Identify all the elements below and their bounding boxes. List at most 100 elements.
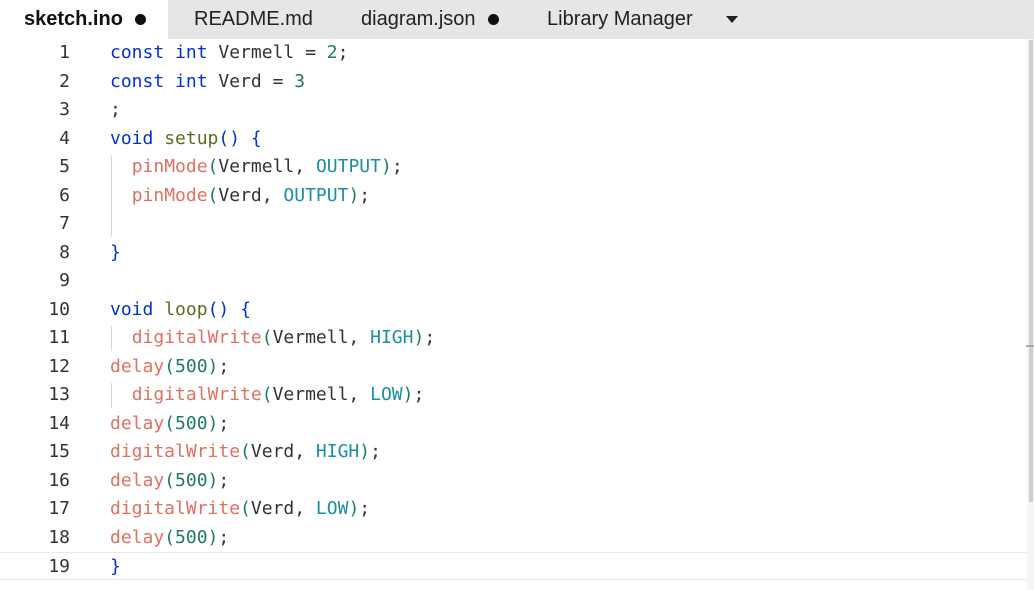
tab-label: sketch.ino: [24, 8, 123, 30]
code-token: ;: [110, 99, 121, 120]
tab-label: diagram.json: [361, 8, 476, 30]
indent-guide: [111, 383, 112, 408]
code-token: int: [175, 42, 208, 63]
line-number: 4: [59, 127, 70, 149]
code-line[interactable]: 4 void setup() {: [0, 125, 1027, 153]
code-token: 500: [175, 355, 208, 377]
code-line[interactable]: 14 delay(500);: [0, 410, 1027, 438]
code-line[interactable]: 8}: [0, 239, 1027, 267]
code-line[interactable]: 5 pinMode(Vermell, OUTPUT);: [0, 153, 1027, 181]
tab-library-manager[interactable]: Library Manager: [547, 0, 693, 39]
code-line[interactable]: 6 pinMode(Verd, OUTPUT);: [0, 182, 1027, 210]
line-number: 12: [48, 355, 70, 377]
code-token: ): [359, 441, 371, 462]
code-token: 2: [326, 42, 338, 63]
code-line[interactable]: 1 const int Vermell = 2;: [0, 39, 1027, 67]
code-line[interactable]: 11 digitalWrite(Vermell, HIGH);: [0, 324, 1027, 352]
code-text: void loop() {: [110, 296, 251, 324]
tab-menu-button[interactable]: [720, 0, 744, 39]
code-text: digitalWrite(Verd, HIGH);: [110, 438, 381, 466]
code-token: const: [110, 70, 165, 92]
chevron-down-icon: [726, 16, 738, 23]
code-token: 500: [175, 412, 208, 434]
indent-guide: [111, 326, 112, 351]
code-token: HIGH: [370, 327, 414, 348]
code-token: Verd,: [218, 184, 284, 206]
scrollbar-marker: [1026, 345, 1034, 347]
code-line[interactable]: 9: [0, 267, 1027, 295]
line-number: 7: [59, 213, 70, 234]
code-line[interactable]: 7: [0, 210, 1027, 238]
code-token: (): [207, 298, 230, 320]
code-token: pinMode: [131, 184, 208, 206]
code-token: loop: [164, 298, 208, 320]
code-token: (: [240, 498, 251, 519]
code-token: ): [207, 526, 219, 548]
code-token: ): [413, 327, 425, 348]
code-text: delay(500);: [110, 524, 229, 552]
line-number: 15: [48, 441, 70, 462]
code-text: delay(500);: [110, 353, 229, 381]
code-token: Verd,: [250, 498, 316, 519]
code-token: ;: [218, 412, 230, 434]
tab-bar: sketch.ino README.md diagram.json Librar…: [0, 0, 1034, 39]
code-token: (): [218, 127, 241, 149]
tab-readme-md[interactable]: README.md: [194, 0, 313, 39]
code-token: pinMode: [131, 156, 208, 177]
code-token: (: [164, 355, 176, 377]
code-token: (: [164, 526, 176, 548]
tab-label: Library Manager: [547, 8, 693, 30]
code-line[interactable]: 3;: [0, 96, 1027, 124]
code-text: delay(500);: [110, 410, 229, 438]
code-token: digitalWrite: [110, 498, 241, 519]
code-token: setup: [164, 127, 219, 149]
code-token: (: [207, 156, 219, 177]
code-token: delay: [110, 412, 165, 434]
code-line[interactable]: 19}: [0, 552, 1027, 580]
code-token: ;: [424, 327, 436, 348]
tab-diagram-json[interactable]: diagram.json: [361, 0, 499, 39]
code-line[interactable]: 13 digitalWrite(Vermell, LOW);: [0, 381, 1027, 409]
line-number: 13: [48, 384, 70, 405]
scrollbar-thumb[interactable]: [1029, 40, 1033, 502]
code-token: HIGH: [315, 441, 360, 462]
line-number: 10: [48, 298, 70, 320]
code-token: ;: [218, 469, 230, 491]
line-number: 6: [59, 184, 70, 206]
unsaved-dot-icon: [487, 14, 499, 25]
code-line[interactable]: 18 delay(500);: [0, 524, 1027, 552]
code-line[interactable]: 2 const int Verd = 3: [0, 68, 1027, 96]
code-line[interactable]: 10 void loop() {: [0, 296, 1027, 324]
line-number: 18: [48, 526, 70, 548]
code-token: }: [110, 241, 121, 263]
indent-guide: [111, 155, 112, 237]
code-text: ;: [110, 96, 121, 124]
code-text: void setup() {: [110, 125, 262, 153]
code-text: pinMode(Vermell, OUTPUT);: [110, 153, 403, 181]
line-number: 14: [48, 412, 70, 434]
code-editor[interactable]: 1 const int Vermell = 2; 2 const int Verd =…: [0, 39, 1034, 590]
code-token: (: [261, 384, 273, 405]
code-token: (: [261, 327, 273, 348]
code-token: ;: [359, 498, 371, 519]
code-token: ): [207, 412, 219, 434]
code-line[interactable]: 16 delay(500);: [0, 467, 1027, 495]
code-token: {: [250, 127, 262, 149]
code-token: OUTPUT: [315, 156, 381, 177]
tab-sketch-ino[interactable]: sketch.ino: [0, 0, 168, 39]
code-token: {: [240, 298, 251, 320]
code-token: ): [207, 469, 219, 491]
code-token: int: [175, 70, 208, 92]
line-number: 11: [48, 327, 70, 348]
code-line[interactable]: 15 digitalWrite(Verd, HIGH);: [0, 438, 1027, 466]
code-token: digitalWrite: [131, 384, 262, 405]
code-line[interactable]: 17 digitalWrite(Verd, LOW);: [0, 495, 1027, 523]
code-line[interactable]: 12 delay(500);: [0, 353, 1027, 381]
code-token: (: [240, 441, 251, 462]
